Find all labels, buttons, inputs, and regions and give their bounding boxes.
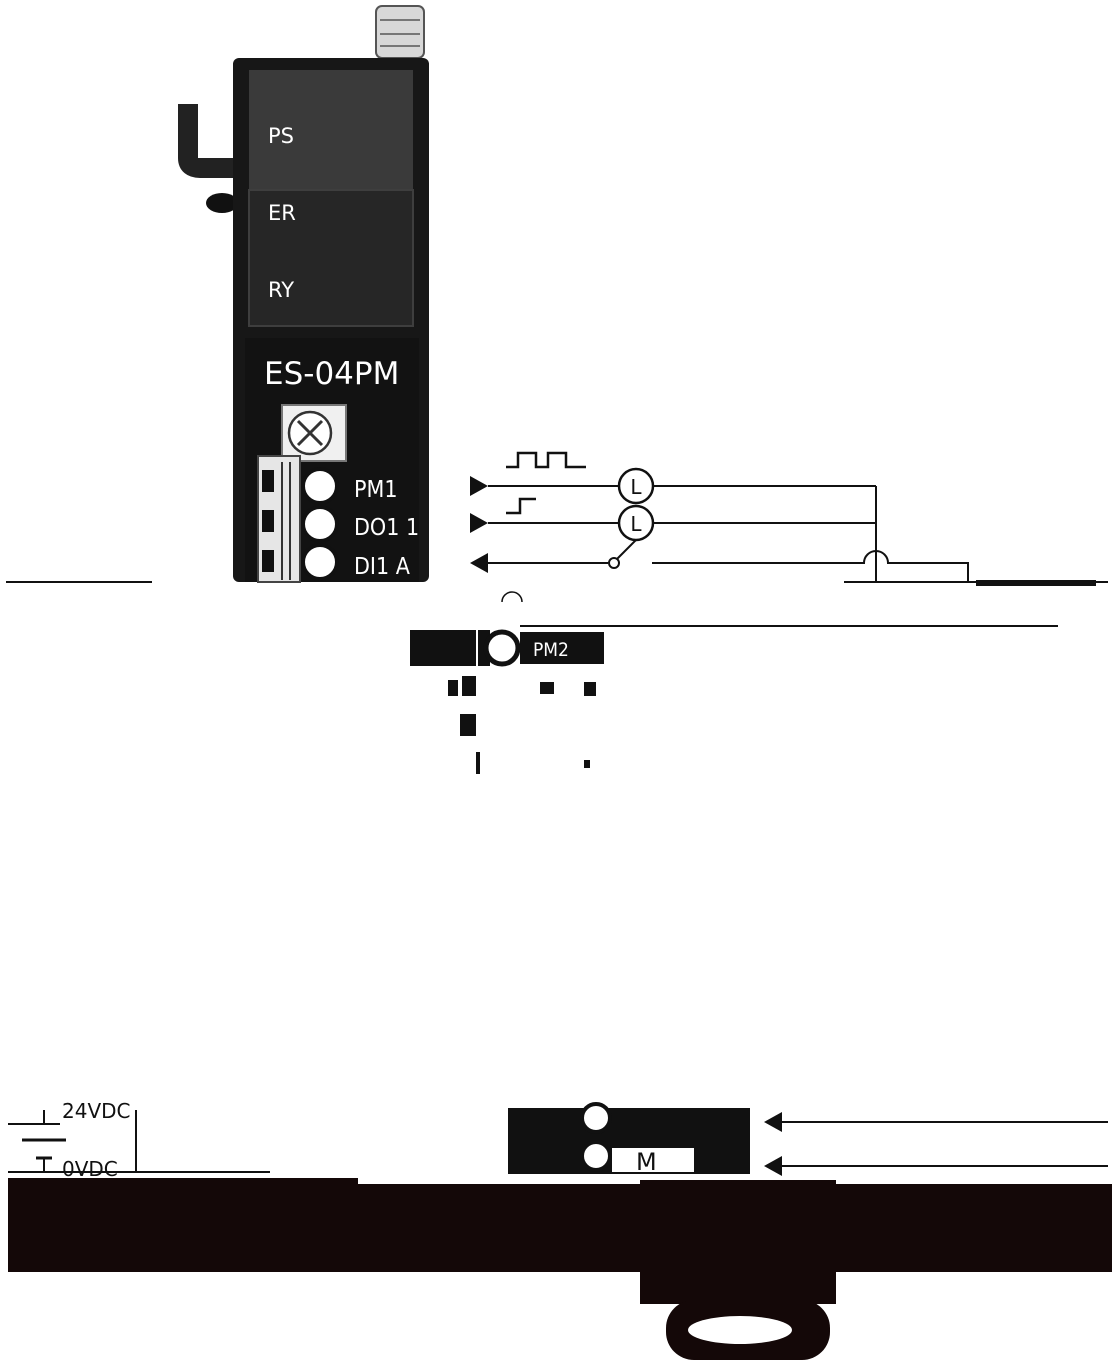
svg-text:L: L xyxy=(630,475,642,499)
motor-icon xyxy=(640,1180,836,1360)
cable-clip xyxy=(178,104,236,178)
step-waveform-icon xyxy=(506,497,536,515)
wire-crossover xyxy=(652,550,969,582)
terminal-label-pm1: PM1 xyxy=(354,477,398,503)
arrow-left-icon xyxy=(764,1112,782,1132)
load-icon: L xyxy=(617,467,655,505)
led-label-er: ER xyxy=(268,201,296,225)
power-minus-label: 0VDC xyxy=(62,1157,118,1181)
led-label-ry: RY xyxy=(268,278,294,302)
terminal-label-pm2: PM2 xyxy=(533,639,569,661)
motor-label: M xyxy=(636,1148,657,1176)
top-connector xyxy=(375,5,425,59)
arrow-right-icon xyxy=(470,513,488,533)
wiring-diagram: PS ER RY ES-04PM PM1 DO1 1 DI1 A L L PM2… xyxy=(6,5,1112,1360)
terminal-block-bottom xyxy=(508,1102,750,1174)
bus-fragment xyxy=(976,580,1096,586)
pulse-waveform-icon xyxy=(506,451,586,469)
terminal-block-upper xyxy=(257,455,339,583)
arrow-left-icon xyxy=(764,1156,782,1176)
led-label-ps: PS xyxy=(268,124,294,148)
terminal-block-lower xyxy=(410,629,604,667)
svg-text:L: L xyxy=(630,512,642,536)
load-icon: L xyxy=(617,504,655,542)
power-plus-label: 24VDC xyxy=(62,1099,131,1123)
arrow-right-icon xyxy=(470,476,488,496)
model-label: ES-04PM xyxy=(264,356,399,392)
switch-blade-icon xyxy=(616,539,637,560)
terminal-label-do1: DO1 1 xyxy=(354,515,419,541)
rotary-switch-icon xyxy=(281,404,347,462)
bottom-band xyxy=(8,1184,1112,1272)
terminal-label-di1: DI1 A xyxy=(354,554,410,580)
arrow-left-icon xyxy=(470,553,488,573)
power-supply xyxy=(8,1110,270,1173)
